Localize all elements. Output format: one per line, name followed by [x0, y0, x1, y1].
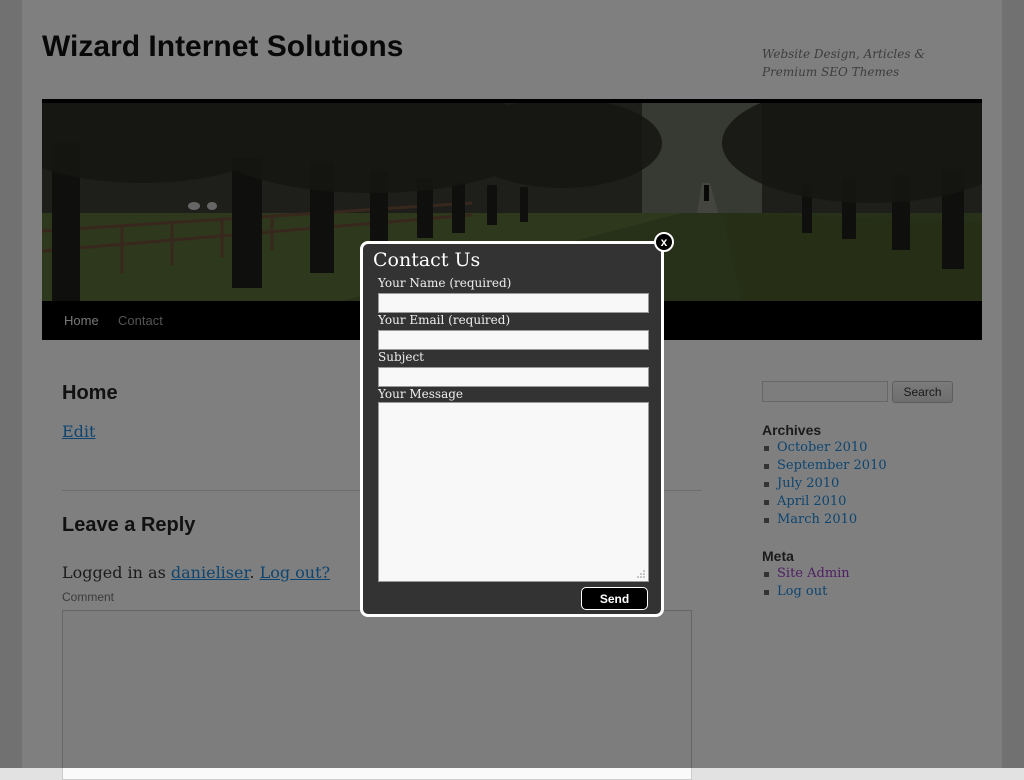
contact-modal: Contact Us Your Name (required) Your Ema… — [360, 241, 664, 617]
send-button[interactable]: Send — [581, 587, 648, 610]
name-field[interactable] — [378, 293, 649, 313]
close-modal-button[interactable]: x — [654, 232, 674, 252]
subject-label: Subject — [378, 350, 424, 364]
message-textarea[interactable] — [378, 402, 649, 582]
resize-grip-icon[interactable] — [635, 568, 645, 578]
message-label: Your Message — [378, 387, 464, 401]
name-label: Your Name (required) — [378, 276, 512, 290]
modal-title: Contact Us — [373, 249, 481, 271]
email-label: Your Email (required) — [378, 313, 511, 327]
email-field[interactable] — [378, 330, 649, 350]
subject-field[interactable] — [378, 367, 649, 387]
